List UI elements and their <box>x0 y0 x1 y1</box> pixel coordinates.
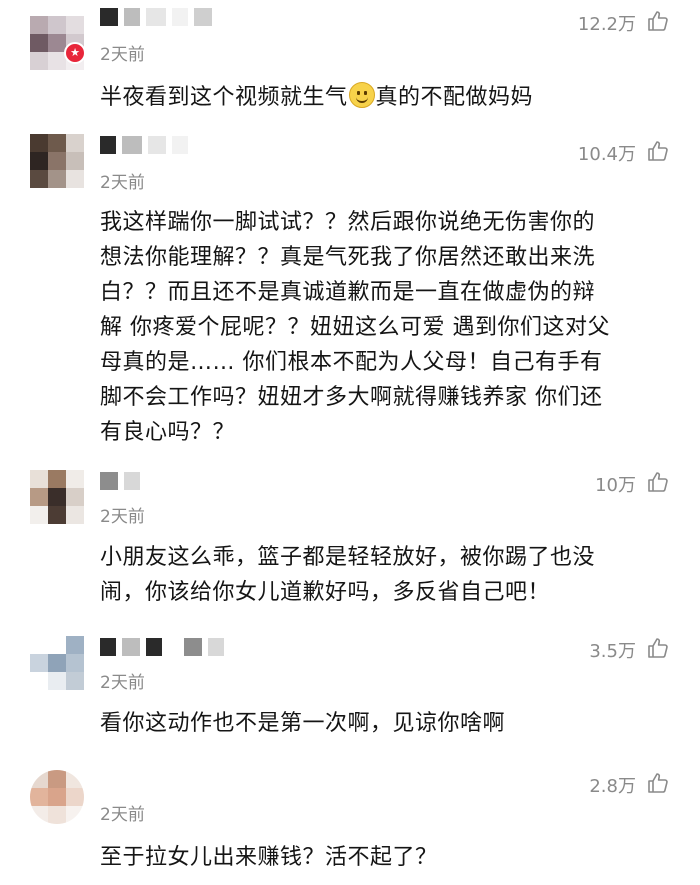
comment-text: 半夜看到这个视频就生气 真的不配做妈妈 <box>100 80 670 115</box>
comment-text: 至于拉女儿出来赚钱？活不起了？ <box>100 845 438 870</box>
verified-badge-icon: ★ <box>64 42 86 64</box>
thumbs-up-outline-icon[interactable] <box>646 9 670 33</box>
comment-time: 2天前 <box>100 45 145 65</box>
username-masked[interactable] <box>100 638 224 656</box>
avatar[interactable] <box>30 134 84 188</box>
like-count: 10.4万 <box>577 144 636 165</box>
username-masked[interactable] <box>100 136 188 154</box>
thumbs-up-outline-icon[interactable] <box>646 470 670 494</box>
avatar[interactable] <box>30 470 84 524</box>
like-count: 12.2万 <box>577 14 636 35</box>
username-masked[interactable] <box>100 472 140 490</box>
thumbs-up-outline-icon[interactable] <box>646 636 670 660</box>
comment-text: 小朋友这么乖，篮子都是轻轻放好，被你踢了也没 闹，你该给你女儿道歉好吗，多反省自… <box>100 545 596 605</box>
comment-text: 我这样踹你一脚试试？？然后跟你说绝无伤害你的 想法你能理解？？真是气死我了你居然… <box>100 210 610 445</box>
thumbs-up-outline-icon[interactable] <box>646 139 670 163</box>
like-count: 3.5万 <box>589 641 636 662</box>
comment-time: 2天前 <box>100 173 145 193</box>
comment-time: 2天前 <box>100 507 145 527</box>
comment-time: 2天前 <box>100 805 145 825</box>
like-count: 10万 <box>595 475 636 496</box>
comment-time: 2天前 <box>100 673 145 693</box>
thumbs-up-outline-icon[interactable] <box>646 771 670 795</box>
avatar[interactable] <box>30 636 84 690</box>
username-masked[interactable] <box>100 8 212 26</box>
avatar[interactable] <box>30 770 84 824</box>
slightly-smiling-face-emoji <box>348 82 375 108</box>
like-count: 2.8万 <box>589 776 636 797</box>
comment-text: 看你这动作也不是第一次啊，见谅你啥啊 <box>100 711 506 736</box>
